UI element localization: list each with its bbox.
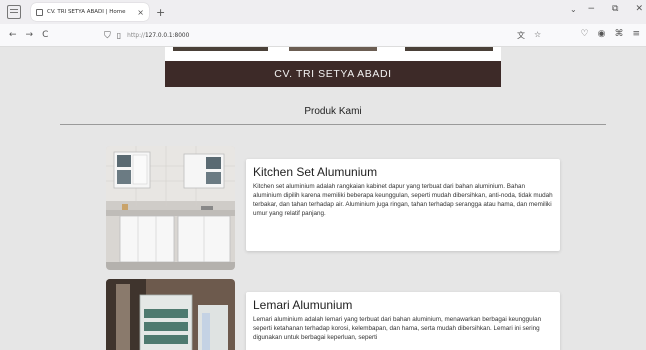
restore-button[interactable]: ⧉ xyxy=(612,4,618,14)
browser-nav-bar: ← → C ⛉ ▯ http://127.0.0.1:8000 文 ☆ ♡ ◉ … xyxy=(0,24,646,47)
window-controls: − ⧉ ✕ xyxy=(587,4,643,14)
browser-tab[interactable]: CV. TRI SETYA ABADI | Home × xyxy=(31,3,149,21)
extensions-icon[interactable]: ⌘ xyxy=(614,29,623,39)
browser-tab-bar: CV. TRI SETYA ABADI | Home × + ⌄ − ⧉ ✕ xyxy=(0,0,646,24)
minimize-button[interactable]: − xyxy=(587,4,595,14)
page-icon[interactable]: ▯ xyxy=(117,31,121,40)
url-text[interactable]: http://127.0.0.1:8000 xyxy=(127,33,189,39)
translate-icon[interactable]: 文 xyxy=(517,30,525,41)
forward-button[interactable]: → xyxy=(26,30,34,40)
product-description: Lemari aluminium adalah lemari yang terb… xyxy=(253,316,542,341)
product-card: Kitchen Set Alumunium Kitchen set alumin… xyxy=(246,159,560,251)
product-title: Lemari Alumunium xyxy=(253,298,353,312)
star-icon[interactable]: ☆ xyxy=(534,30,541,41)
close-tab-button[interactable]: × xyxy=(137,8,144,17)
menu-icon[interactable]: ≡ xyxy=(632,29,640,39)
url-actions: 文 ☆ xyxy=(517,30,541,41)
reload-button[interactable]: C xyxy=(42,30,48,40)
tab-list-chevron-icon[interactable]: ⌄ xyxy=(570,5,577,14)
back-button[interactable]: ← xyxy=(9,30,17,40)
company-banner: CV. TRI SETYA ABADI xyxy=(165,61,501,87)
shield-icon[interactable]: ⛉ xyxy=(104,31,111,41)
favicon-icon xyxy=(36,8,43,16)
tab-title: CV. TRI SETYA ABADI | Home xyxy=(47,9,126,15)
divider xyxy=(60,124,606,125)
gallery-image xyxy=(289,47,377,51)
gallery-image xyxy=(173,47,268,51)
gallery-image xyxy=(405,47,493,51)
lemari-image xyxy=(106,279,235,350)
product-description: Kitchen set aluminium adalah rangkaian k… xyxy=(253,183,553,217)
product-card: Lemari Alumunium Lemari aluminium adalah… xyxy=(246,292,560,350)
page-content: CV. TRI SETYA ABADI Produk Kami Kitchen … xyxy=(0,47,646,350)
url-bar[interactable]: ⛉ ▯ http://127.0.0.1:8000 xyxy=(104,27,549,44)
gallery-strip xyxy=(165,47,501,61)
kitchen-set-image xyxy=(106,146,235,270)
section-title: Produk Kami xyxy=(304,106,362,117)
pocket-icon[interactable]: ♡ xyxy=(581,29,589,39)
tabs-icon[interactable] xyxy=(7,5,21,19)
new-tab-button[interactable]: + xyxy=(156,6,165,19)
account-icon[interactable]: ◉ xyxy=(598,29,606,39)
product-title: Kitchen Set Alumunium xyxy=(253,165,378,179)
close-window-button[interactable]: ✕ xyxy=(635,4,643,14)
company-name: CV. TRI SETYA ABADI xyxy=(274,68,392,80)
toolbar-icons: ♡ ◉ ⌘ ≡ xyxy=(581,29,640,39)
